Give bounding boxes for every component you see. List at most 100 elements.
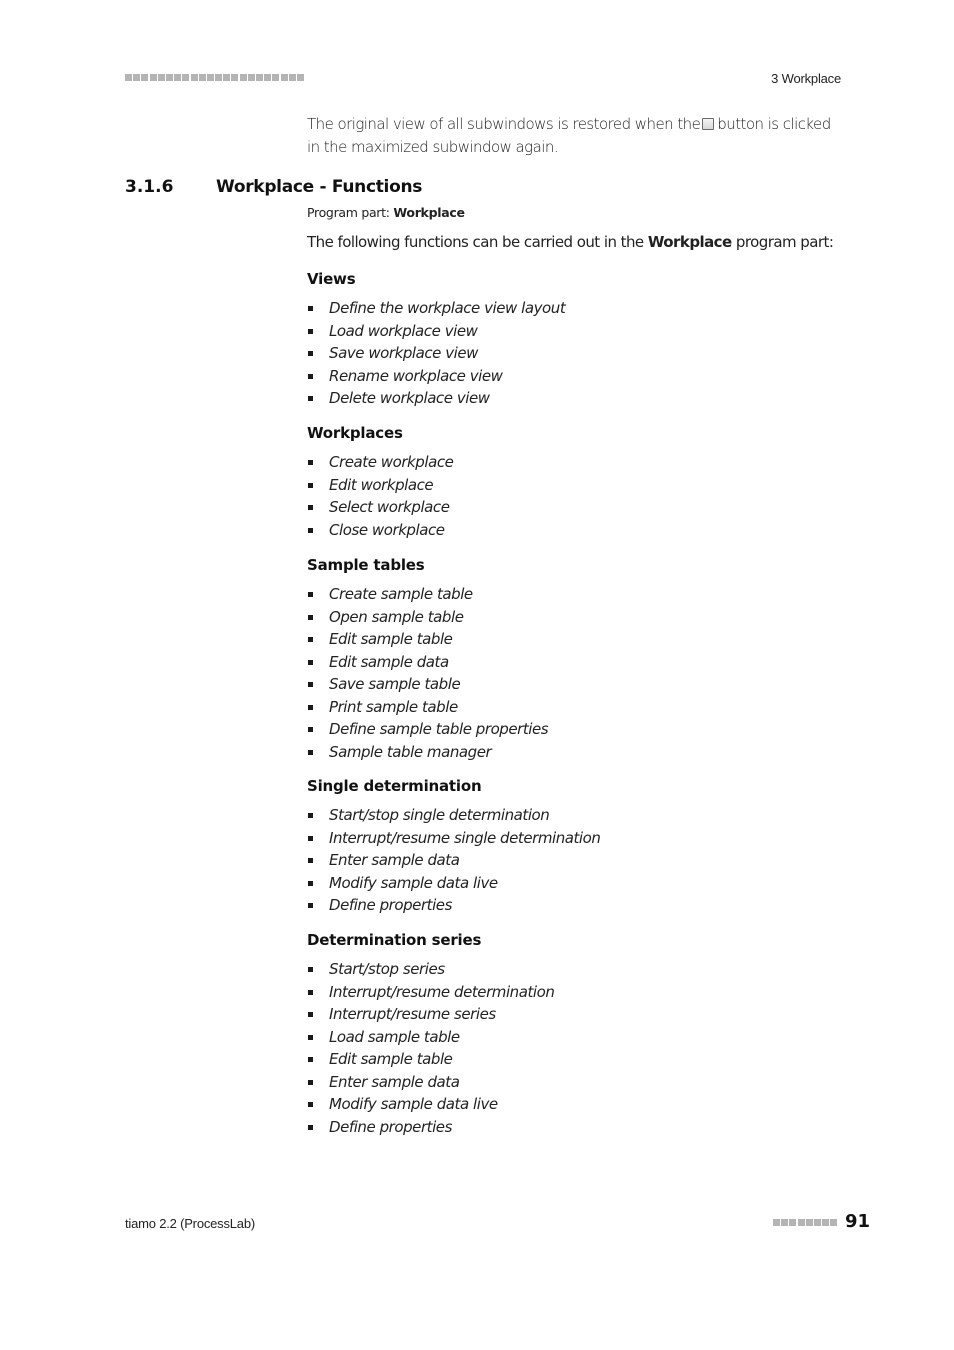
- decor-square: [830, 1219, 838, 1226]
- decor-square: [272, 74, 280, 81]
- list-item-text: Start/stop series: [329, 960, 445, 978]
- bullet-square-icon: [308, 659, 313, 665]
- footer-decoration: [773, 1219, 838, 1226]
- list-item: Save workplace view: [307, 342, 565, 365]
- list-item-text: Open sample table: [329, 607, 464, 626]
- bullet-square-icon: [308, 967, 313, 972]
- program-part-label: Program part:: [307, 205, 390, 220]
- list-item: Edit sample table: [307, 1048, 554, 1071]
- bullet-square-icon: [308, 1012, 313, 1017]
- decor-square: [133, 74, 141, 81]
- decor-square: [789, 1219, 797, 1226]
- section-number: 3.1.6: [125, 177, 174, 197]
- list-item-text: Edit sample data: [329, 652, 449, 671]
- list-item-text: Define properties: [329, 896, 452, 914]
- list-item: Define sample table properties: [307, 718, 549, 741]
- lead-text-after: program part:: [735, 233, 834, 251]
- list-item: Load workplace view: [307, 320, 565, 343]
- list-item-text: Enter sample data: [329, 851, 460, 869]
- list-item-text: Interrupt/resume single determination: [329, 828, 601, 847]
- list-item: Open sample table: [307, 606, 548, 629]
- bullet-square-icon: [308, 989, 313, 995]
- function-list: Start/stop single determination Interrupt…: [307, 804, 601, 917]
- list-item: Save sample table: [307, 673, 548, 696]
- list-item: Edit workplace: [307, 474, 453, 497]
- lead-text-bold: Workplace: [647, 233, 732, 251]
- list-item-text: Interrupt/resume series: [329, 1005, 496, 1023]
- list-item-text: Delete workplace view: [329, 389, 490, 407]
- list-item: Start/stop series: [307, 958, 554, 981]
- bullet-square-icon: [308, 880, 313, 886]
- list-item: Modify sample data live: [307, 1093, 554, 1116]
- list-item: Define properties: [307, 894, 600, 917]
- list-item-text: Define the workplace view layout: [329, 299, 566, 317]
- list-item-text: Print sample table: [329, 697, 458, 716]
- bullet-square-icon: [308, 1124, 313, 1130]
- list-item: Delete workplace view: [307, 387, 565, 410]
- lead-text-before: The following functions can be carried o…: [307, 233, 644, 251]
- decor-square: [813, 1219, 821, 1226]
- function-list: Create sample table Open sample table Edit…: [307, 583, 549, 764]
- list-item-text: Load workplace view: [329, 321, 478, 340]
- bullet-square-icon: [308, 460, 313, 465]
- decor-square: [280, 74, 288, 81]
- bullet-square-icon: [308, 1034, 313, 1040]
- list-item-text: Select workplace: [329, 498, 450, 516]
- list-item-text: Save sample table: [329, 675, 461, 693]
- group-title: Sample tables: [307, 556, 425, 574]
- decor-square: [157, 74, 165, 81]
- footer-product: tiamo 2.2 (ProcessLab): [125, 1216, 255, 1231]
- list-item-text: Create sample table: [329, 585, 473, 603]
- list-item: Enter sample data: [307, 849, 600, 872]
- decor-square: [797, 1219, 805, 1226]
- bullet-square-icon: [308, 858, 313, 863]
- group-title: Views: [307, 270, 356, 288]
- group-title: Single determination: [307, 777, 482, 795]
- bullet-square-icon: [308, 1102, 313, 1107]
- list-item-text: Modify sample data live: [329, 873, 498, 892]
- decor-square: [141, 74, 149, 81]
- bullet-square-icon: [308, 835, 313, 841]
- bullet-square-icon: [308, 704, 313, 710]
- list-item-text: Interrupt/resume determination: [329, 982, 555, 1001]
- bullet-square-icon: [308, 727, 313, 732]
- bullet-square-icon: [308, 482, 313, 488]
- list-item: Load sample table: [307, 1026, 554, 1049]
- list-item: Create workplace: [307, 451, 454, 474]
- list-item-text: Start/stop single determination: [329, 806, 550, 824]
- list-item-text: Define sample table properties: [329, 720, 549, 738]
- list-item: Interrupt/resume single determination: [307, 827, 601, 850]
- program-part-value: Workplace: [393, 205, 465, 220]
- decor-square: [296, 74, 304, 81]
- list-item: Rename workplace view: [307, 365, 565, 388]
- bullet-square-icon: [308, 682, 313, 687]
- decor-square: [190, 74, 198, 81]
- list-item-text: Rename workplace view: [329, 366, 503, 385]
- group-title: Workplaces: [307, 424, 403, 442]
- decor-square: [247, 74, 255, 81]
- bullet-square-icon: [308, 373, 313, 379]
- bullet-square-icon: [308, 903, 313, 908]
- running-header-chapter: 3 Workplace: [771, 71, 841, 86]
- function-list: Start/stop series Interrupt/resume determ…: [307, 958, 555, 1138]
- bullet-square-icon: [308, 505, 313, 510]
- decor-square: [223, 74, 231, 81]
- section-title: Workplace - Functions: [216, 177, 423, 197]
- decor-square: [125, 74, 132, 81]
- bullet-square-icon: [308, 637, 313, 642]
- bullet-square-icon: [308, 1057, 313, 1062]
- list-item: Define the workplace view layout: [307, 297, 566, 320]
- list-item: Create sample table: [307, 583, 548, 606]
- decor-square: [288, 74, 296, 81]
- decor-square: [805, 1219, 813, 1226]
- list-item: Sample table manager: [307, 741, 548, 764]
- list-item-text: Save workplace view: [329, 344, 479, 362]
- decor-square: [182, 74, 190, 81]
- decor-square: [174, 74, 182, 81]
- list-item-text: Edit sample table: [329, 630, 453, 648]
- list-item-text: Edit workplace: [329, 475, 434, 494]
- program-part-line: Program part: Workplace: [307, 205, 465, 220]
- list-item-text: Enter sample data: [329, 1072, 460, 1091]
- decor-square: [773, 1219, 780, 1226]
- list-item-text: Close workplace: [329, 520, 445, 539]
